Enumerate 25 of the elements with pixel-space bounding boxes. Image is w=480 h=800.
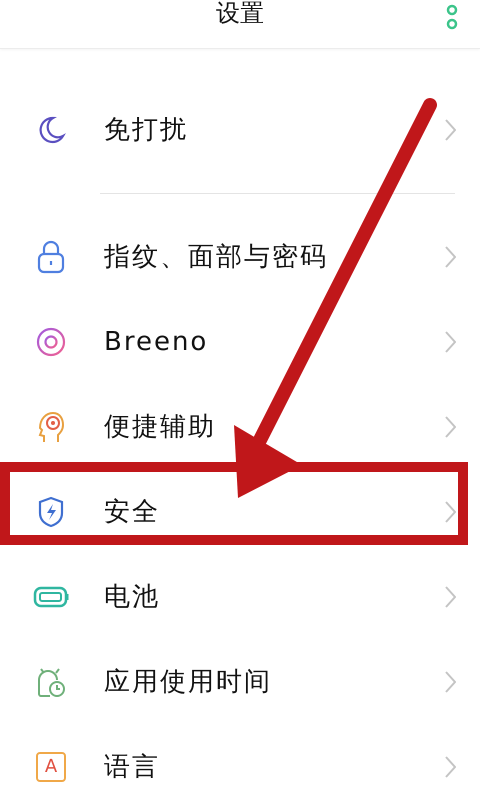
shield-icon [37,496,65,528]
setting-item[interactable]: 便捷辅助 [104,409,444,444]
setting-item[interactable]: 应用使用时间 [104,664,444,699]
alarm-clock-icon [35,666,67,698]
letter-icon: A [36,752,66,782]
chevron-icon [444,500,456,524]
setting-item[interactable]: 安全 [104,494,444,529]
page-title: 设置 [216,0,264,26]
chevron-icon [444,414,456,438]
target-icon [35,326,67,358]
lock-icon [36,240,66,274]
more-icon[interactable] [446,2,458,32]
chevron-icon [444,118,456,142]
chevron-icon [444,584,456,608]
head-icon [36,410,66,444]
setting-item[interactable]: 免打扰 [104,112,444,147]
setting-item[interactable]: Breeno [104,326,444,356]
setting-item[interactable]: 语言 [104,749,444,784]
battery-icon [33,586,69,608]
chevron-icon [444,330,456,354]
setting-item[interactable]: 指纹、面部与密码 [104,239,444,274]
chevron-icon [444,244,456,268]
chevron-icon [444,670,456,694]
setting-item[interactable]: 电池 [104,579,444,614]
chevron-icon [444,754,456,778]
